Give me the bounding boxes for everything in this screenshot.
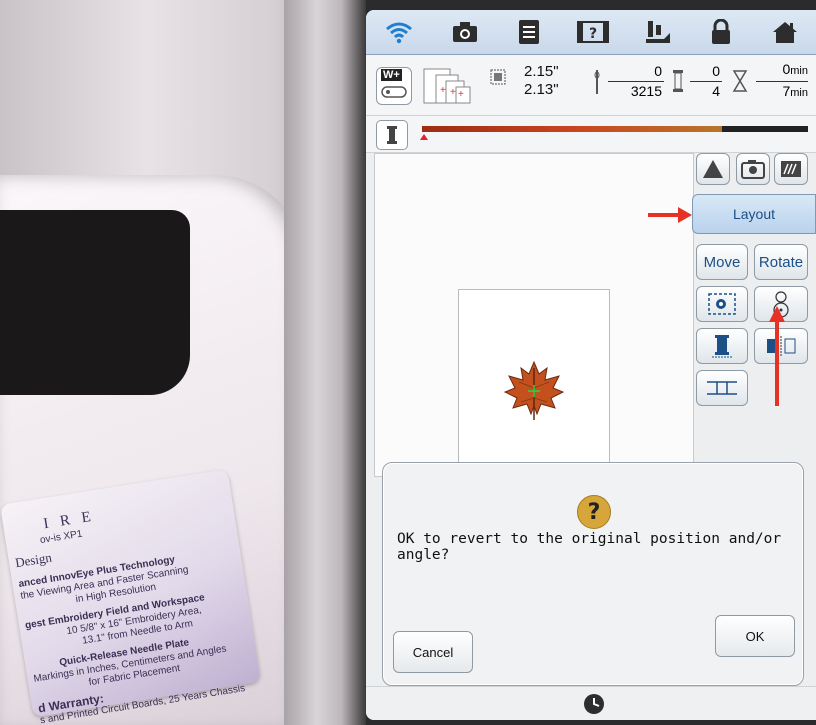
wireless-transfer-button[interactable]: W+ <box>376 67 412 105</box>
question-icon: ? <box>577 495 611 529</box>
thread-spool-icon <box>672 69 684 98</box>
thread-row <box>366 116 816 153</box>
dialog-message: OK to revert to the original position an… <box>397 531 782 563</box>
hourglass-icon <box>732 69 748 98</box>
needle-icon <box>592 69 602 100</box>
thread-mirror-button[interactable] <box>696 328 748 364</box>
label-line: Design <box>14 549 53 571</box>
wifi-icon[interactable] <box>382 16 416 48</box>
clock-icon[interactable] <box>582 692 606 716</box>
mirror-button[interactable] <box>754 328 808 364</box>
svg-text:+: + <box>450 87 456 98</box>
border-icon <box>707 381 737 395</box>
time-current: 0min <box>750 61 808 77</box>
size-icon <box>490 69 506 90</box>
camera-icon[interactable] <box>448 16 482 48</box>
machine-opening <box>0 210 190 395</box>
thread-spool-icon <box>712 335 732 358</box>
time-unit: min <box>790 87 808 99</box>
border-button[interactable] <box>696 370 748 406</box>
camera-icon <box>741 160 765 179</box>
tab-layout[interactable]: Layout <box>692 194 816 234</box>
background-image-button[interactable] <box>774 153 808 185</box>
width-value: 2.15" <box>524 63 559 80</box>
color-total: 4 <box>712 83 720 99</box>
wireless-badge: W+ <box>381 69 402 81</box>
help-icon[interactable]: ? <box>576 16 610 48</box>
screen-bezel <box>284 0 366 725</box>
revert-position-button[interactable] <box>754 286 808 322</box>
image-stripes-icon <box>781 161 801 177</box>
confirm-dialog: ? OK to revert to the original position … <box>382 462 804 686</box>
hoop-connect-icon <box>381 86 407 98</box>
lock-icon[interactable] <box>704 16 738 48</box>
document-icon[interactable] <box>512 16 546 48</box>
triangle-icon <box>703 160 723 178</box>
hoop-size-icon: + + + <box>422 67 484 104</box>
bottom-bar <box>366 686 816 720</box>
mirror-spool-icon <box>767 336 796 356</box>
status-bar: W+ + + + 2.15" 2.13" 0 3215 0 4 0min 7min <box>366 55 816 116</box>
stitch-total: 3215 <box>630 83 662 99</box>
rotate-button[interactable]: Rotate <box>754 244 808 280</box>
embroidery-hoop-area <box>458 289 610 481</box>
center-pattern-button[interactable] <box>696 286 748 322</box>
time-unit: min <box>790 65 808 77</box>
embroidery-frame-button[interactable] <box>696 153 730 185</box>
move-button[interactable]: Move <box>696 244 748 280</box>
presser-foot-icon[interactable] <box>642 16 676 48</box>
time-total: 7min <box>750 83 808 99</box>
machine-screen: ? W+ + + + 2.15" 2.13" 0 3215 0 4 0min 7… <box>366 10 816 720</box>
camera-scan-button[interactable] <box>736 153 770 185</box>
gear-frame-icon <box>708 293 736 315</box>
svg-text:+: + <box>458 89 464 100</box>
svg-text:+: + <box>440 85 446 96</box>
feature-label-card: I R E ov-is XP1 Design anced InnovEye Pl… <box>0 469 261 725</box>
top-toolbar: ? <box>366 10 816 55</box>
thread-color-button[interactable] <box>376 120 408 150</box>
embroidery-canvas[interactable] <box>374 153 694 481</box>
svg-text:?: ? <box>589 26 597 42</box>
color-divider <box>690 81 722 82</box>
stitch-current: 0 <box>654 63 662 79</box>
ok-button[interactable]: OK <box>715 615 795 657</box>
progress-marker <box>420 134 428 140</box>
color-current: 0 <box>712 63 720 79</box>
thread-spool-icon <box>387 126 397 144</box>
progress-track <box>422 126 808 132</box>
origin-point-icon <box>773 291 789 318</box>
progress-fill <box>422 126 722 132</box>
home-icon[interactable] <box>768 16 802 48</box>
time-divider <box>756 81 808 82</box>
maple-leaf-design[interactable] <box>501 358 567 424</box>
height-value: 2.13" <box>524 81 559 98</box>
stitch-divider <box>608 81 664 82</box>
cancel-button[interactable]: Cancel <box>393 631 473 673</box>
